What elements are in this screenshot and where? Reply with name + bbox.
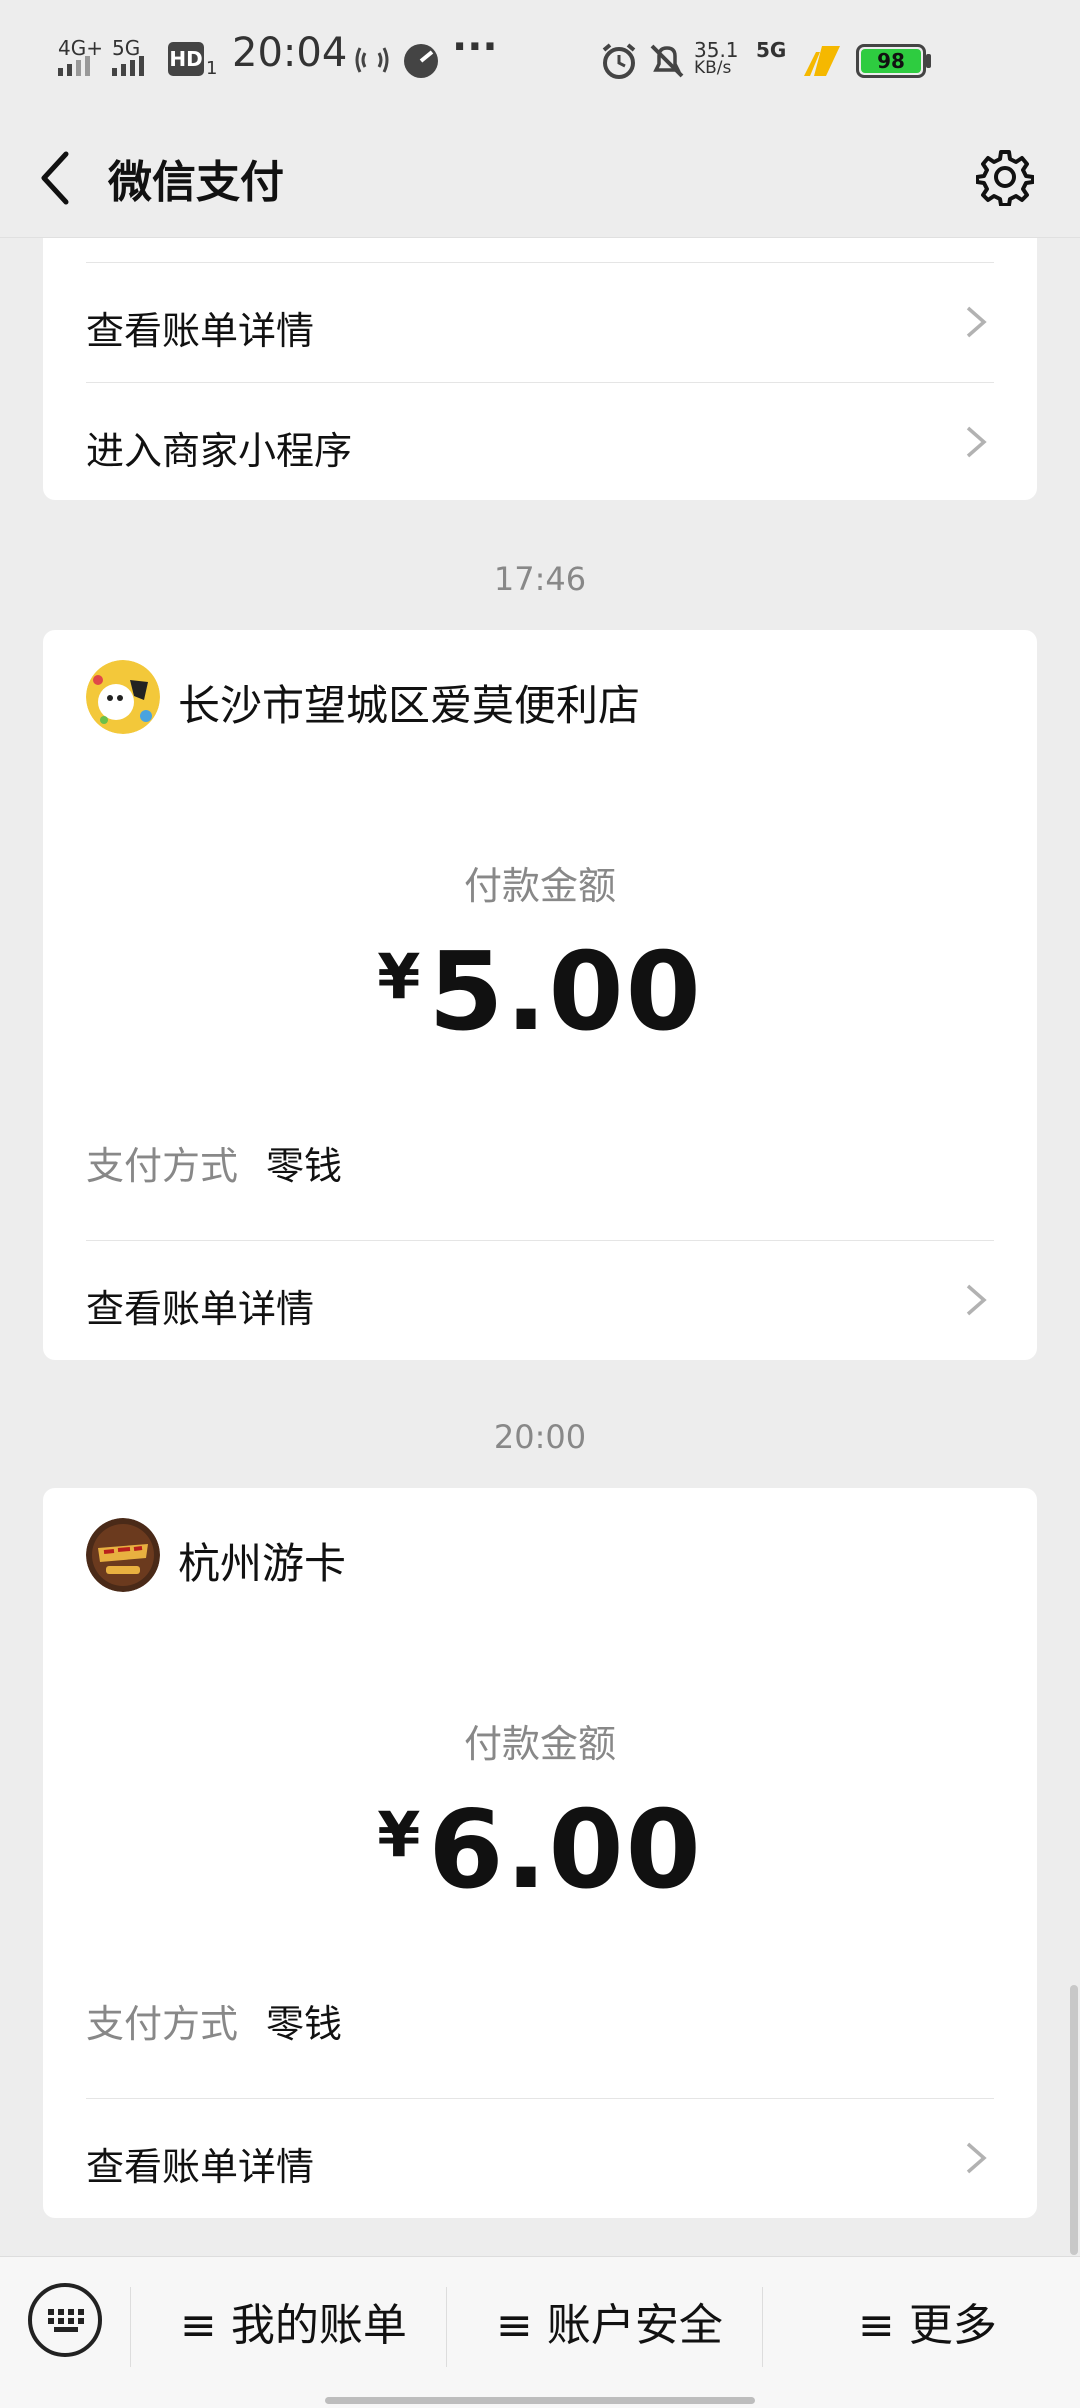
menu-account-security[interactable]: ≡ 账户安全 bbox=[496, 2289, 723, 2353]
back-arrow-icon[interactable] bbox=[36, 148, 76, 208]
currency-symbol: ¥ bbox=[377, 940, 421, 1013]
signal-icon bbox=[58, 56, 90, 76]
view-bill-details-row[interactable]: 查看账单详情 bbox=[86, 1240, 994, 1360]
row-label: 查看账单详情 bbox=[86, 309, 315, 353]
battery-level: 98 bbox=[877, 49, 905, 73]
menu-my-bills[interactable]: ≡ 我的账单 bbox=[180, 2289, 407, 2353]
previous-transaction-card: 查看账单详情 进入商家小程序 bbox=[43, 238, 1037, 500]
enter-mini-program-row[interactable]: 进入商家小程序 bbox=[86, 382, 994, 502]
hd-icon: HD bbox=[168, 42, 204, 76]
mute-bell-icon bbox=[650, 44, 684, 78]
merchant-name: 长沙市望城区爱莫便利店 bbox=[178, 681, 641, 730]
navigation-bar: 微信支付 bbox=[0, 120, 1080, 238]
battery-icon: 98 bbox=[856, 44, 926, 78]
amount-value: 5.00 bbox=[428, 930, 703, 1055]
network-indicator-5g-right: 5G bbox=[756, 38, 787, 62]
divider bbox=[446, 2287, 447, 2367]
amount-value: 6.00 bbox=[428, 1788, 703, 1913]
payment-method: 支付方式 零钱 bbox=[86, 1135, 342, 1190]
row-label: 进入商家小程序 bbox=[86, 429, 353, 473]
hotspot-icon bbox=[355, 47, 389, 73]
transaction-card: 长沙市望城区爱莫便利店 付款金额 ¥5.00 支付方式 零钱 查看账单详情 bbox=[43, 630, 1037, 1360]
amount-label: 付款金额 bbox=[463, 1722, 616, 1766]
charging-icon bbox=[804, 46, 840, 76]
merchant-avatar bbox=[86, 1518, 160, 1592]
signal-icon bbox=[112, 56, 144, 76]
payment-method: 支付方式 零钱 bbox=[86, 1993, 342, 2048]
chevron-right-icon bbox=[966, 2142, 987, 2174]
more-icon: ··· bbox=[452, 24, 498, 70]
merchant-name: 杭州游卡 bbox=[178, 1539, 347, 1588]
divider bbox=[130, 2287, 131, 2367]
payment-method-label: 支付方式 bbox=[86, 1144, 239, 1188]
home-indicator bbox=[325, 2397, 755, 2404]
menu-more[interactable]: ≡ 更多 bbox=[858, 2289, 997, 2353]
currency-symbol: ¥ bbox=[377, 1798, 421, 1871]
payment-amount: ¥6.00 bbox=[43, 1788, 1037, 1913]
transaction-card: 杭州游卡 付款金额 ¥6.00 支付方式 零钱 查看账单详情 bbox=[43, 1488, 1037, 2218]
payment-amount: ¥5.00 bbox=[43, 930, 1037, 1055]
row-label: 查看账单详情 bbox=[86, 1287, 315, 1331]
amount-label: 付款金额 bbox=[463, 864, 616, 908]
row-label: 查看账单详情 bbox=[86, 2145, 315, 2189]
clock: 20:04 bbox=[232, 30, 348, 76]
keyboard-icon[interactable] bbox=[28, 2283, 102, 2357]
scrollbar[interactable] bbox=[1070, 1985, 1078, 2255]
battery-tip bbox=[926, 54, 931, 68]
view-bill-details-row[interactable]: 查看账单详情 bbox=[86, 2098, 994, 2218]
alarm-icon bbox=[602, 43, 636, 79]
gear-icon[interactable] bbox=[976, 148, 1034, 206]
status-bar: 4G+ 5G HD 1 20:04 ··· 35.1 KB/s 5G 98 bbox=[0, 0, 1080, 120]
bottom-menu-bar: ≡ 我的账单 ≡ 账户安全 ≡ 更多 bbox=[0, 2256, 1080, 2408]
view-bill-details-row[interactable]: 查看账单详情 bbox=[86, 262, 994, 382]
hd-sub: 1 bbox=[206, 58, 218, 79]
app-notification-icon bbox=[404, 44, 438, 78]
divider bbox=[762, 2287, 763, 2367]
message-timestamp: 17:46 bbox=[493, 560, 587, 598]
message-timestamp: 20:00 bbox=[493, 1418, 587, 1456]
speed-unit: KB/s bbox=[694, 58, 732, 78]
merchant-avatar bbox=[86, 660, 160, 734]
payment-method-value: 零钱 bbox=[266, 2002, 343, 2046]
payment-method-label: 支付方式 bbox=[86, 2002, 239, 2046]
page-title: 微信支付 bbox=[108, 157, 284, 208]
chevron-right-icon bbox=[966, 1284, 987, 1316]
chevron-right-icon bbox=[966, 306, 987, 338]
chevron-right-icon bbox=[966, 426, 987, 458]
payment-method-value: 零钱 bbox=[266, 1144, 343, 1188]
